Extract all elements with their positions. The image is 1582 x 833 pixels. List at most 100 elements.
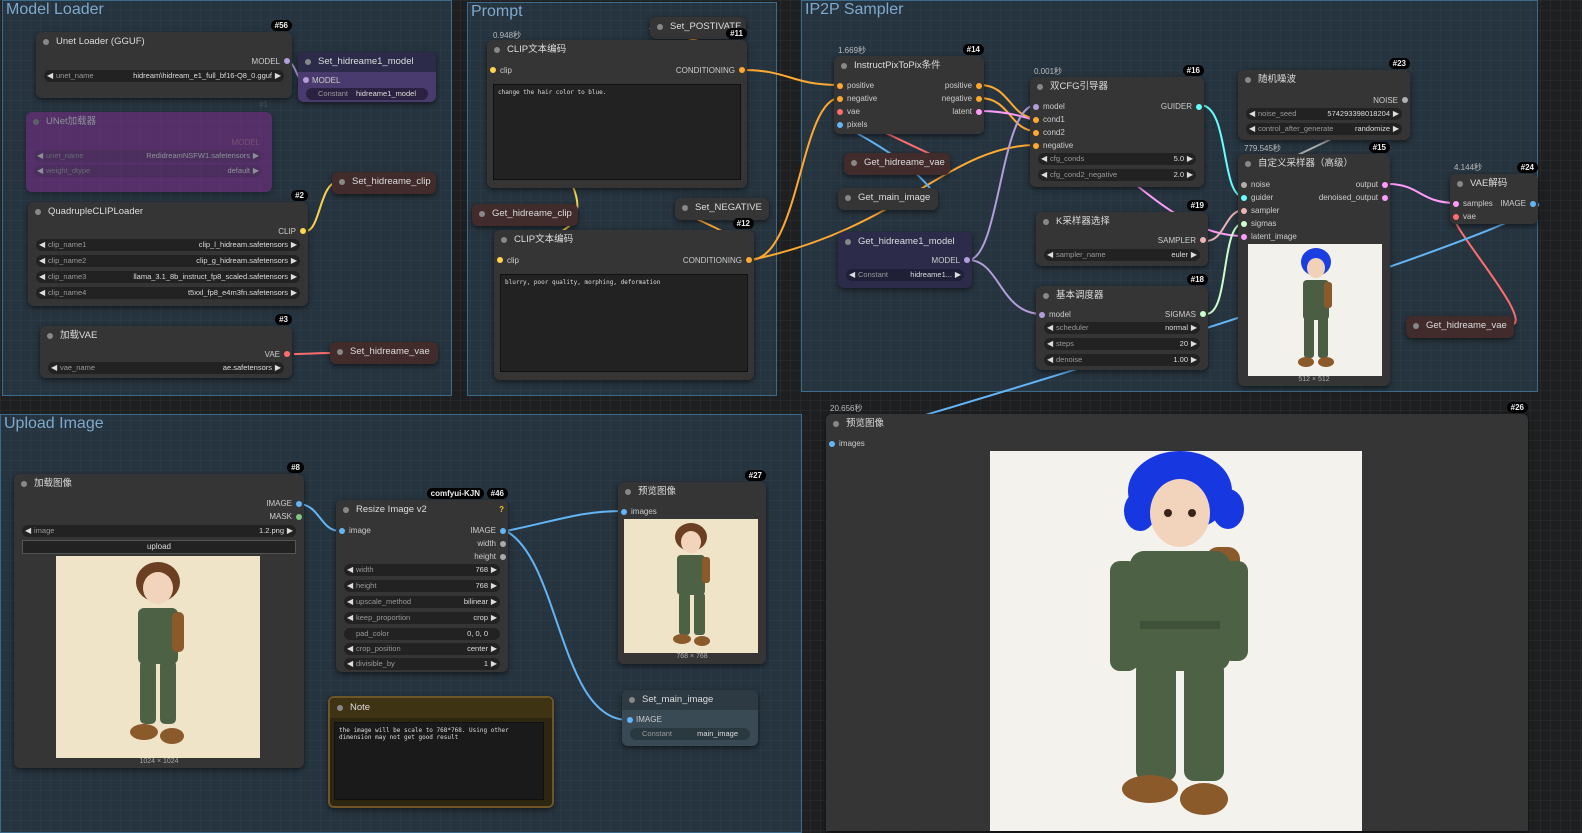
constant-widget[interactable]: Constant hidreame1_model <box>306 88 428 100</box>
output-model-dot[interactable] <box>284 58 290 64</box>
get-main-image-node[interactable]: Get_main_image <box>838 188 938 210</box>
cfg-cond2-negative-widget[interactable]: ◀ cfg_cond2_negative 2.0 ▶ <box>1038 169 1196 181</box>
get-vae-node-2[interactable]: Get_hidreame_vae <box>1406 316 1514 338</box>
input-clip-dot[interactable] <box>497 257 503 263</box>
input-images-dot[interactable] <box>621 509 627 515</box>
note-textarea[interactable]: the image will be scale to 768*768. Usin… <box>334 722 544 800</box>
width-widget[interactable]: ◀ width 768 ▶ <box>344 564 500 576</box>
random-noise-node[interactable]: 随机噪波 #23 NOISE ◀ noise_seed 57429339801820… <box>1238 58 1410 140</box>
input-latent-image-dot[interactable] <box>1241 234 1247 240</box>
steps-widget[interactable]: ◀ steps 20 ▶ <box>1044 338 1200 350</box>
output-width-dot[interactable] <box>500 541 506 547</box>
upscale-method-widget[interactable]: ◀ upscale_method bilinear ▶ <box>344 596 500 608</box>
output-sigmas-dot[interactable] <box>1200 311 1206 317</box>
input-cond2-dot[interactable] <box>1033 130 1039 136</box>
arrow-left-icon[interactable]: ◀ <box>47 70 53 82</box>
preview-image-large-node[interactable]: 预览图像 #26 images <box>826 402 1528 831</box>
input-image-dot[interactable] <box>339 528 345 534</box>
clip-text-encode-positive-node[interactable]: CLIP文本编码 #11 clip CONDITIONING change th… <box>487 28 747 188</box>
clip-name3-widget[interactable]: ◀ clip_name3 llama_3.1_8b_instruct_fp8_sca… <box>36 271 300 283</box>
input-model-dot[interactable] <box>1033 104 1039 110</box>
input-pixels-dot[interactable] <box>837 122 843 128</box>
negative-prompt-textarea[interactable]: blurry, poor quality, morphing, deformat… <box>500 274 748 372</box>
constant-widget[interactable]: ◀ Constant hidreame1... ▶ <box>846 269 964 281</box>
input-sigmas-dot[interactable] <box>1241 221 1247 227</box>
dual-cfg-guider-node[interactable]: 双CFG引导器 #16 model cond1 cond2 negative G… <box>1030 65 1204 187</box>
constant-widget[interactable]: Constant main_image <box>630 728 750 740</box>
set-model-node[interactable]: Set_hidreame1_model MODEL Constant hidrea… <box>298 52 436 102</box>
input-sampler-dot[interactable] <box>1241 208 1247 214</box>
input-noise-dot[interactable] <box>1241 182 1247 188</box>
output-model-dot[interactable] <box>964 257 970 263</box>
height-widget[interactable]: ◀ height 768 ▶ <box>344 580 500 592</box>
input-clip-dot[interactable] <box>490 67 496 73</box>
get-clip-node[interactable]: Get_hidreame_clip <box>472 204 578 226</box>
input-cond1-dot[interactable] <box>1033 117 1039 123</box>
input-samples-dot[interactable] <box>1453 201 1459 207</box>
preview-image-small-node[interactable]: 预览图像 #27 images 768 × 768 <box>618 470 766 664</box>
output-positive-dot[interactable] <box>976 83 982 89</box>
set-negative-node[interactable]: Set_NEGATIVE <box>675 198 769 220</box>
input-model-dot[interactable] <box>303 77 309 83</box>
clip-name4-widget[interactable]: ◀ clip_name4 t5xxl_fp8_e4m3fn.safetensors ▶ <box>36 287 300 299</box>
custom-sampler-advanced-node[interactable]: 自定义采样器（高级） #15 noise guider sampler sigm… <box>1238 142 1390 386</box>
output-guider-dot[interactable] <box>1196 104 1202 110</box>
unet-name-widget[interactable]: ◀ unet_name hidream\hidream_e1_full_bf16-Q… <box>44 70 284 82</box>
pad-color-widget[interactable]: pad_color 0, 0, 0 <box>344 628 500 640</box>
output-clip-dot[interactable] <box>300 228 306 234</box>
crop-position-widget[interactable]: ◀ crop_position center ▶ <box>344 643 500 655</box>
output-mask-dot[interactable] <box>296 514 302 520</box>
get-vae-node[interactable]: Get_hidreame_vae <box>844 153 950 175</box>
set-main-image-node[interactable]: Set_main_image IMAGE Constant main_image <box>622 690 758 746</box>
input-vae-dot[interactable] <box>837 109 843 115</box>
weight-dtype-widget[interactable]: ◀ weight_dtype default ▶ <box>34 165 262 177</box>
basic-scheduler-node[interactable]: 基本调度器 #18 model SIGMAS ◀ scheduler normal ▶… <box>1036 274 1208 370</box>
input-model-dot[interactable] <box>1039 312 1045 318</box>
output-height-dot[interactable] <box>500 554 506 560</box>
output-negative-dot[interactable] <box>976 96 982 102</box>
set-clip-node[interactable]: Set_hidreame_clip <box>332 172 436 194</box>
note-node[interactable]: Note the image will be scale to 768*768.… <box>328 696 554 808</box>
sampler-name-widget[interactable]: ◀ sampler_name euler ▶ <box>1044 249 1200 261</box>
output-latent-dot[interactable] <box>976 109 982 115</box>
unet-name-widget[interactable]: ◀ unet_name RedidreamNSFW1.safetensors ▶ <box>34 150 262 162</box>
instruct-pix2pix-node[interactable]: InstructPixToPix条件 #14 positive negative… <box>834 44 984 134</box>
denoise-widget[interactable]: ◀ denoise 1.00 ▶ <box>1044 354 1200 366</box>
output-sampler-dot[interactable] <box>1200 237 1206 243</box>
resize-image-node[interactable]: Resize Image v2 comfyui-KJN #46 ? image … <box>336 488 508 672</box>
unet-loader-disabled-node[interactable]: UNet加载器 #1 MODEL ◀ unet_name RedidreamNSFW… <box>26 100 272 192</box>
clip-name2-widget[interactable]: ◀ clip_name2 clip_g_hidream.safetensors ▶ <box>36 255 300 267</box>
cfg-conds-widget[interactable]: ◀ cfg_conds 5.0 ▶ <box>1038 153 1196 165</box>
input-image-dot[interactable] <box>627 717 633 723</box>
arrow-right-icon[interactable]: ▶ <box>275 70 281 82</box>
image-file-widget[interactable]: ◀ image 1.2.png ▶ <box>22 525 296 537</box>
vae-name-widget[interactable]: ◀ vae_name ae.safetensors ▶ <box>48 362 284 374</box>
clip-name1-widget[interactable]: ◀ clip_name1 clip_l_hidream.safetensors ▶ <box>36 239 300 251</box>
output-vae-dot[interactable] <box>284 351 290 357</box>
ksampler-select-node[interactable]: K采样器选择 #19 SAMPLER ◀ sampler_name euler ▶ <box>1036 200 1208 266</box>
output-conditioning-dot[interactable] <box>746 257 752 263</box>
output-noise-dot[interactable] <box>1402 97 1408 103</box>
output-denoised-dot[interactable] <box>1382 195 1388 201</box>
set-vae-node[interactable]: Set_hidreame_vae <box>330 342 438 364</box>
get-model-node[interactable]: Get_hidreame1_model MODEL ◀ Constant hidre… <box>838 232 972 288</box>
output-image-dot[interactable] <box>1530 201 1536 207</box>
input-positive-dot[interactable] <box>837 83 843 89</box>
control-after-generate-widget[interactable]: ◀ control_after_generate randomize ▶ <box>1246 123 1402 135</box>
output-image-dot[interactable] <box>500 528 506 534</box>
vae-loader-node[interactable]: 加载VAE #3 VAE ◀ vae_name ae.safetensors ▶ <box>40 314 292 378</box>
input-vae-dot[interactable] <box>1453 214 1459 220</box>
output-conditioning-dot[interactable] <box>739 67 745 73</box>
input-negative-dot[interactable] <box>837 96 843 102</box>
positive-prompt-textarea[interactable]: change the hair color to blue. <box>493 84 741 180</box>
input-guider-dot[interactable] <box>1241 195 1247 201</box>
divisible-by-widget[interactable]: ◀ divisible_by 1 ▶ <box>344 658 500 670</box>
input-images-dot[interactable] <box>829 441 835 447</box>
output-output-dot[interactable] <box>1382 182 1388 188</box>
upload-button[interactable]: upload <box>22 540 296 554</box>
unet-loader-node[interactable]: Unet Loader (GGUF) #56 MODEL ◀ unet_name h… <box>36 20 292 98</box>
scheduler-widget[interactable]: ◀ scheduler normal ▶ <box>1044 322 1200 334</box>
load-image-node[interactable]: 加载图像 #8 IMAGE MASK ◀ image 1.2.png ▶ upload… <box>14 462 304 768</box>
noise-seed-widget[interactable]: ◀ noise_seed 574293398018204 ▶ <box>1246 108 1402 120</box>
quadruple-clip-loader-node[interactable]: QuadrupleCLIPLoader #2 CLIP ◀ clip_name1 c… <box>28 190 308 306</box>
